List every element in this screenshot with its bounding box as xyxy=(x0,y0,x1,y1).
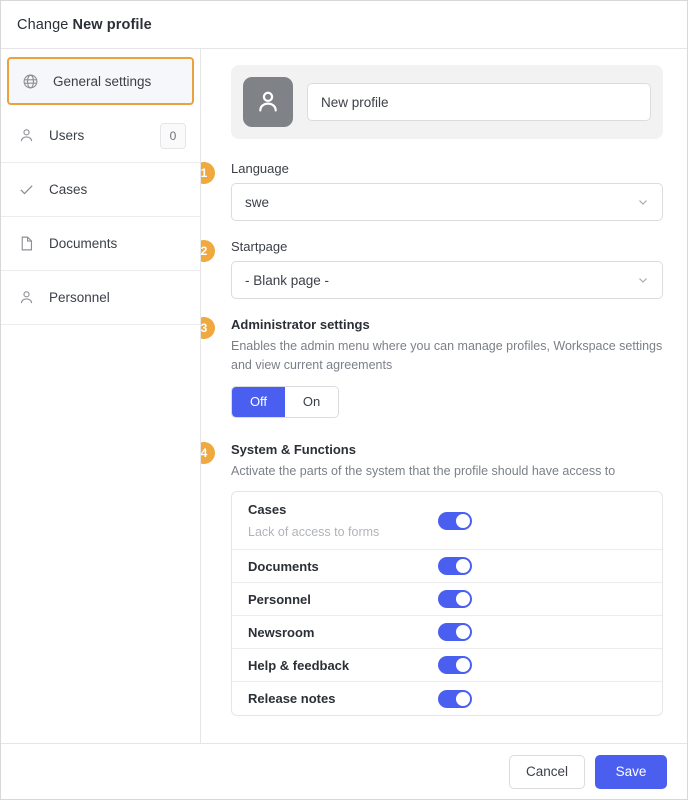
system-functions-list: Cases Lack of access to forms Documents xyxy=(231,491,663,717)
toggle-row-help-feedback: Help & feedback xyxy=(232,649,662,683)
toggle-switch-newsroom[interactable] xyxy=(438,623,472,642)
toggle-row-label: Help & feedback xyxy=(248,657,350,673)
globe-icon xyxy=(21,72,39,90)
step-badge-2: 2 xyxy=(201,240,215,262)
toggle-switch-personnel[interactable] xyxy=(438,590,472,609)
sidebar-item-label: General settings xyxy=(53,73,152,89)
system-functions-description: Activate the parts of the system that th… xyxy=(231,463,616,478)
dialog-header: Change New profile xyxy=(1,1,687,49)
language-select-value: swe xyxy=(245,194,270,210)
startpage-select-value: - Blank page - xyxy=(245,272,330,288)
sidebar-item-general-settings[interactable]: General settings xyxy=(7,57,194,105)
language-select[interactable]: swe xyxy=(231,183,663,221)
toggle-switch-help-feedback[interactable] xyxy=(438,656,472,675)
person-icon xyxy=(17,289,35,307)
system-functions-title: System & Functions xyxy=(231,441,356,457)
toggle-row-personnel: Personnel xyxy=(232,583,662,617)
administrator-option-on[interactable]: On xyxy=(285,386,338,417)
users-count-badge: 0 xyxy=(160,122,186,149)
system-functions-section: 4 System & Functions Activate the parts … xyxy=(201,441,663,717)
chevron-down-icon xyxy=(636,195,650,209)
administrator-toggle-group: Off On xyxy=(231,385,339,418)
startpage-label: Startpage xyxy=(231,239,288,254)
toggle-row-cases: Cases Lack of access to forms xyxy=(232,492,662,551)
chevron-down-icon xyxy=(636,273,650,287)
toggle-row-label: Personnel xyxy=(248,591,311,607)
sidebar-item-label: Documents xyxy=(49,236,118,251)
administrator-option-off[interactable]: Off xyxy=(232,386,285,417)
toggle-row-sublabel: Lack of access to forms xyxy=(248,525,380,540)
toggle-switch-release-notes[interactable] xyxy=(438,689,472,708)
administrator-settings-title: Administrator settings xyxy=(231,317,370,332)
step-badge-3: 3 xyxy=(201,317,215,339)
toggle-switch-cases[interactable] xyxy=(438,511,472,530)
sidebar-item-label: Cases xyxy=(49,182,88,197)
toggle-row-label: Documents xyxy=(248,558,319,574)
check-icon xyxy=(17,181,35,199)
toggle-row-label: Newsroom xyxy=(248,624,315,640)
administrator-settings-description: Enables the admin menu where you can man… xyxy=(231,339,663,372)
save-button[interactable]: Save xyxy=(595,754,667,789)
startpage-select[interactable]: - Blank page - xyxy=(231,261,663,299)
sidebar-item-cases[interactable]: Cases xyxy=(1,163,200,217)
main-content: 1 Language swe 2 Startpage - Blank page … xyxy=(201,49,687,743)
person-avatar-icon xyxy=(243,77,293,127)
toggle-row-release-notes: Release notes xyxy=(232,682,662,715)
sidebar-item-personnel[interactable]: Personnel xyxy=(1,271,200,325)
document-icon xyxy=(17,235,35,253)
user-icon xyxy=(17,127,35,145)
toggle-switch-documents[interactable] xyxy=(438,557,472,576)
sidebar: General settings Users 0 Cases Documents… xyxy=(1,49,201,743)
toggle-row-documents: Documents xyxy=(232,550,662,584)
profile-name-input[interactable] xyxy=(307,83,651,121)
sidebar-item-documents[interactable]: Documents xyxy=(1,217,200,271)
cancel-button[interactable]: Cancel xyxy=(508,754,585,789)
dialog-body: General settings Users 0 Cases Documents… xyxy=(1,49,687,743)
page-title-target: New profile xyxy=(72,16,152,33)
page-title: Change New profile xyxy=(17,17,152,33)
toggle-row-label: Release notes xyxy=(248,691,336,707)
administrator-settings-section: 3 Administrator settings Enables the adm… xyxy=(201,317,663,442)
step-badge-1: 1 xyxy=(201,162,215,184)
sidebar-item-label: Personnel xyxy=(49,290,110,305)
startpage-section: 2 Startpage - Blank page - xyxy=(201,239,663,299)
language-label: Language xyxy=(231,161,289,176)
dialog-footer: Cancel Save xyxy=(1,743,687,799)
sidebar-item-label: Users xyxy=(49,128,85,143)
page-title-action: Change xyxy=(17,16,69,33)
toggle-row-label: Cases xyxy=(248,502,287,518)
step-badge-4: 4 xyxy=(201,441,215,464)
language-section: 1 Language swe xyxy=(201,161,663,221)
toggle-row-newsroom: Newsroom xyxy=(232,616,662,650)
sidebar-item-users[interactable]: Users 0 xyxy=(1,109,200,163)
change-profile-dialog: Change New profile General settings User… xyxy=(0,0,688,800)
profile-panel xyxy=(231,65,663,139)
